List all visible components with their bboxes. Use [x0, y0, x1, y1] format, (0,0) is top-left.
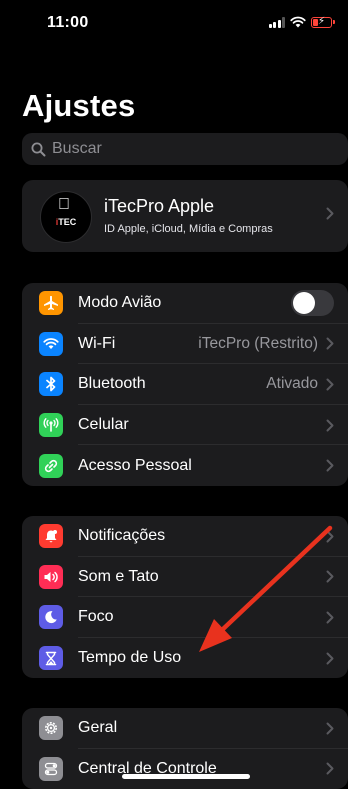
settings-row-sounds-haptics[interactable]: Som e Tato — [22, 557, 348, 598]
settings-row-focus[interactable]: Foco — [22, 597, 348, 638]
status-bar: 11:00 ⚡ — [0, 0, 348, 48]
chevron-right-icon — [326, 762, 334, 775]
row-label: Som e Tato — [78, 567, 159, 585]
chevron-right-icon — [326, 570, 334, 583]
moon-icon — [39, 605, 63, 630]
control-center-icon — [39, 756, 63, 781]
settings-row-wifi[interactable]: Wi-Fi iTecPro (Restrito) — [22, 324, 348, 365]
chevron-right-icon — [326, 652, 334, 665]
bluetooth-status-value: Ativado — [266, 375, 318, 393]
settings-row-notifications[interactable]: Notificações — [22, 516, 348, 557]
search-field[interactable]: Buscar — [22, 133, 348, 165]
status-time: 11:00 — [47, 14, 89, 31]
speaker-icon — [39, 564, 63, 589]
profile-subtitle: ID Apple, iCloud, Mídia e Compras — [104, 223, 273, 235]
airplane-icon — [39, 291, 63, 316]
cellular-signal-icon — [268, 16, 285, 28]
row-label: Celular — [78, 416, 129, 434]
settings-row-personal-hotspot[interactable]: Acesso Pessoal — [22, 445, 348, 486]
apple-logo-icon:  — [58, 196, 70, 214]
settings-row-airplane-mode: Modo Avião — [22, 283, 348, 324]
row-label: Foco — [78, 608, 114, 626]
chevron-right-icon — [326, 459, 334, 472]
row-label: Notificações — [78, 527, 166, 545]
chevron-right-icon — [326, 611, 334, 624]
search-icon — [31, 142, 46, 157]
chevron-right-icon — [326, 378, 334, 391]
hourglass-icon — [39, 646, 63, 671]
wifi-network-value: iTecPro (Restrito) — [198, 334, 318, 352]
notifications-icon — [39, 524, 63, 549]
chevron-right-icon — [326, 419, 334, 432]
wifi-status-icon — [290, 16, 306, 28]
bluetooth-icon — [39, 372, 63, 397]
row-label: Tempo de Uso — [78, 649, 182, 667]
settings-row-bluetooth[interactable]: Bluetooth Ativado — [22, 364, 348, 405]
chevron-right-icon — [326, 337, 334, 350]
avatar-logo-text: iTEC — [55, 217, 77, 227]
row-label: Geral — [78, 719, 118, 737]
battery-icon: ⚡ — [311, 16, 335, 28]
toggle-knob — [293, 292, 315, 315]
profile-name: iTecPro Apple — [104, 196, 215, 216]
gear-icon — [39, 716, 63, 741]
settings-row-general[interactable]: Geral — [22, 708, 348, 749]
apple-id-card[interactable]:  iTEC iTecPro Apple ID Apple, iCloud, M… — [22, 180, 348, 252]
row-label: Modo Avião — [78, 294, 162, 312]
settings-row-cellular[interactable]: Celular — [22, 405, 348, 446]
airplane-mode-toggle[interactable] — [291, 290, 334, 317]
page-title: Ajustes — [22, 88, 136, 123]
row-label: Acesso Pessoal — [78, 456, 192, 474]
chevron-right-icon — [326, 207, 334, 225]
settings-group-connectivity: Modo Avião Wi-Fi iTecPro (Restrito) Blue… — [22, 283, 348, 486]
chevron-right-icon — [326, 530, 334, 543]
settings-row-control-center[interactable]: Central de Controle — [22, 749, 348, 789]
wifi-icon — [39, 331, 63, 356]
row-label: Wi-Fi — [78, 334, 116, 352]
row-label: Bluetooth — [78, 375, 146, 393]
chevron-right-icon — [326, 722, 334, 735]
settings-row-screen-time[interactable]: Tempo de Uso — [22, 638, 348, 679]
home-indicator — [122, 774, 250, 779]
avatar:  iTEC — [40, 191, 92, 243]
settings-group-notifications: Notificações Som e Tato Foco Tempo de Us… — [22, 516, 348, 679]
status-icons: ⚡ — [268, 16, 335, 28]
personal-hotspot-icon — [39, 453, 63, 478]
search-placeholder: Buscar — [52, 140, 102, 157]
antenna-icon — [39, 413, 63, 438]
